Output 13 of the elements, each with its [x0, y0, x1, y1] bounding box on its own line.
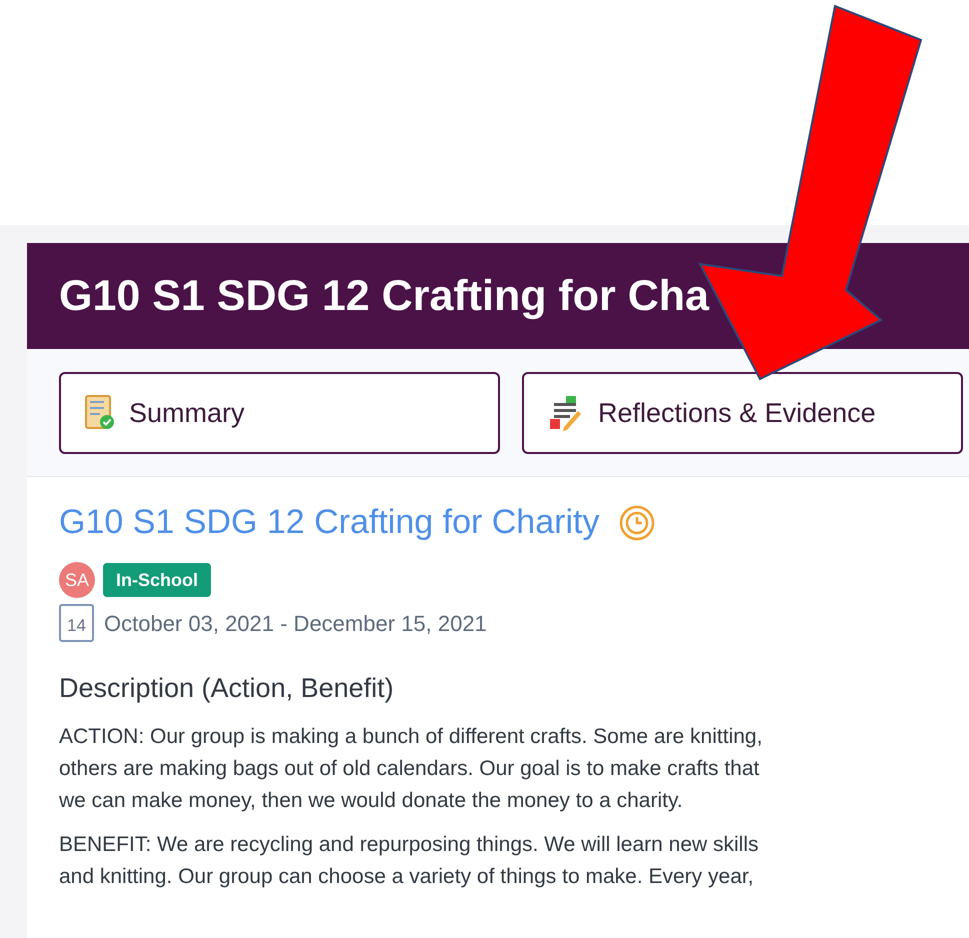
description-paragraph: BENEFIT: We are recycling and repurposing things. We will learn new skills and knitting. Our group can choose a variety of things to make. Every year, — [59, 832, 760, 890]
avatar: SA — [59, 562, 95, 598]
description-paragraph: ACTION: Our group is making a bunch of different crafts. Some are knitting, others are making bags out of old calendars. Our goal is to make crafts that we can make money, then we would donate the money to a charity. — [59, 724, 764, 814]
tab-button[interactable]: Summary — [59, 372, 500, 454]
checklist-icon — [85, 395, 115, 431]
description-heading: Description (Action, Benefit) — [59, 672, 395, 705]
page-title: G10 S1 SDG 12 Crafting for Cha — [59, 270, 709, 322]
tab-button[interactable]: Reflections & Evidence — [522, 372, 963, 454]
status-badge: In-School — [103, 563, 211, 597]
calendar-icon: 14 — [59, 604, 94, 642]
notes-pencil-icon — [548, 395, 584, 431]
date-range: October 03, 2021 - December 15, 2021 — [104, 610, 487, 638]
clock-icon — [619, 504, 656, 540]
